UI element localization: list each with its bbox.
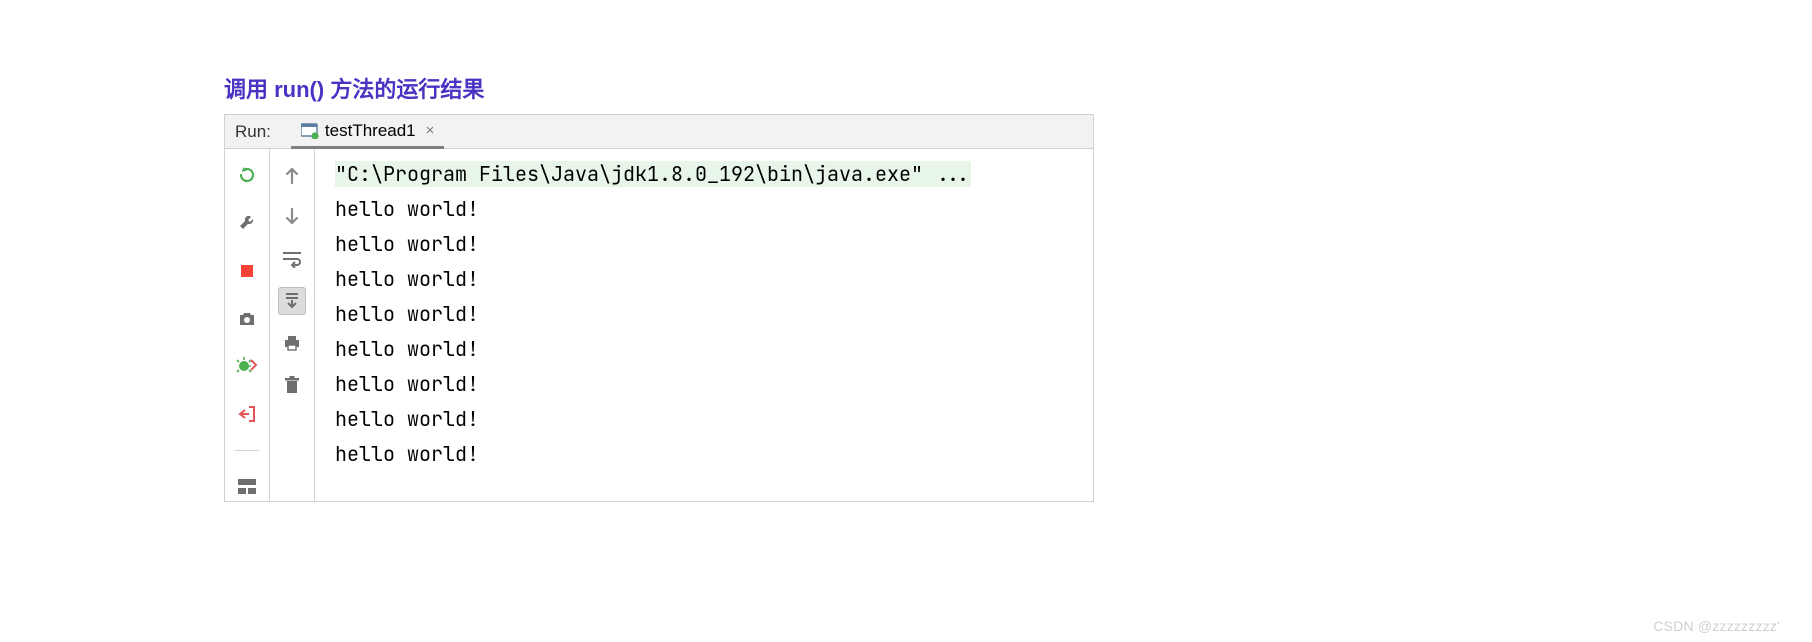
layout-icon[interactable] bbox=[233, 473, 261, 501]
application-icon bbox=[301, 123, 319, 139]
print-icon[interactable] bbox=[278, 329, 306, 357]
command-line: "C:\Program Files\Java\jdk1.8.0_192\bin\… bbox=[335, 161, 971, 187]
wrench-icon[interactable] bbox=[233, 209, 261, 237]
tab-label: testThread1 bbox=[325, 121, 416, 141]
right-gutter bbox=[270, 149, 315, 501]
soft-wrap-icon[interactable] bbox=[278, 245, 306, 273]
panel-body: "C:\Program Files\Java\jdk1.8.0_192\bin\… bbox=[225, 149, 1093, 501]
exit-icon[interactable] bbox=[233, 400, 261, 428]
console-line: hello world! bbox=[335, 402, 1081, 437]
run-tool-window: Run: testThread1 × bbox=[224, 114, 1094, 502]
console-line: hello world! bbox=[335, 437, 1081, 472]
tab-testthread1[interactable]: testThread1 × bbox=[291, 116, 445, 149]
page-title: 调用 run() 方法的运行结果 bbox=[224, 72, 1094, 104]
camera-icon[interactable] bbox=[233, 305, 261, 333]
console-line: hello world! bbox=[335, 262, 1081, 297]
console-line: hello world! bbox=[335, 227, 1081, 262]
console-line: hello world! bbox=[335, 367, 1081, 402]
scroll-to-end-icon[interactable] bbox=[278, 287, 306, 315]
panel-header: Run: testThread1 × bbox=[225, 115, 1093, 149]
console-line: hello world! bbox=[335, 332, 1081, 367]
trash-icon[interactable] bbox=[278, 371, 306, 399]
stop-icon[interactable] bbox=[233, 257, 261, 285]
arrow-down-icon[interactable] bbox=[278, 203, 306, 231]
close-icon[interactable]: × bbox=[426, 122, 435, 139]
run-label: Run: bbox=[235, 122, 271, 142]
console-line: hello world! bbox=[335, 192, 1081, 227]
console-line: hello world! bbox=[335, 297, 1081, 332]
arrow-up-icon[interactable] bbox=[278, 161, 306, 189]
console-output[interactable]: "C:\Program Files\Java\jdk1.8.0_192\bin\… bbox=[315, 149, 1093, 501]
left-gutter bbox=[225, 149, 270, 501]
watermark: CSDN @zzzzzzzzz' bbox=[1653, 618, 1780, 634]
rerun-icon[interactable] bbox=[233, 161, 261, 189]
bug-debug-icon[interactable] bbox=[233, 352, 261, 380]
